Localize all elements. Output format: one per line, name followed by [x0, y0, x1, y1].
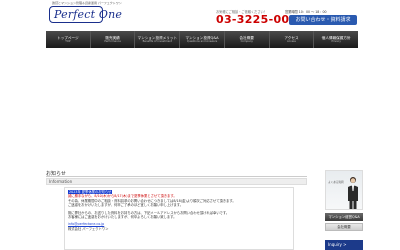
sidebar-faq-panel[interactable]: よくある質問: [325, 170, 363, 210]
notice-signature: 株式会社 パーフェクトワン: [68, 226, 109, 231]
nav-item-benefits[interactable]: マンション投資メリット Benefits of investment: [135, 31, 181, 48]
notice-box: 2023年 夏季休業のお知らせ 誠に勝手ながら、8/10(木)から8/17(木)…: [64, 187, 294, 250]
nav-item-performance[interactable]: 販売実績 Performance: [91, 31, 136, 48]
contact-button[interactable]: お問い合わせ・資料請求: [289, 15, 357, 25]
notice-dates: 誠に勝手ながら、8/10(木)から8/17(木)まで夏季休業とさせて頂きます。: [68, 194, 177, 199]
nav-label-en: Privacy: [331, 40, 341, 44]
main-nav: トップページ TOP 販売実績 Performance マンション投資メリット …: [46, 31, 358, 48]
person-illustration-icon: [348, 177, 358, 209]
nav-label-en: Company: [240, 40, 253, 44]
sidebar-panel-label: よくある質問: [328, 181, 344, 184]
sidebar-qa-button[interactable]: マンション経営Q&A: [325, 213, 363, 221]
site-logo[interactable]: Perfect One: [49, 6, 122, 23]
email-link[interactable]: info@perfectone.co.jp: [68, 222, 104, 226]
nav-item-access[interactable]: アクセス Access: [270, 31, 315, 48]
nav-label-en: Benefits of investment: [142, 40, 172, 44]
site-header: 賃貸とマンション管理＆資産運用 パーフェクトワン Perfect One お気軽…: [0, 0, 400, 32]
nav-label-en: TOP: [65, 40, 71, 44]
info-label: Information: [49, 179, 73, 184]
nav-item-qa[interactable]: マンション投資Q&A Questions and Answers: [180, 31, 225, 48]
nav-label-en: Questions and Answers: [186, 40, 218, 44]
sidebar-inquiry-button[interactable]: Inquiry >: [325, 240, 363, 250]
info-bar: Information: [46, 178, 307, 185]
nav-item-privacy[interactable]: 個人情報保護方針 Privacy: [314, 31, 358, 48]
sidebar-company-button[interactable]: 会社概要: [325, 223, 363, 231]
business-hours: 営業時間 10：00 ～ 18：00: [285, 10, 327, 14]
title-divider: [46, 176, 307, 177]
logo-text: Perfect One: [54, 8, 123, 21]
nav-item-company[interactable]: 会社概要 Company: [225, 31, 270, 48]
nav-label-en: Access: [287, 40, 296, 44]
nav-label-en: Performance: [104, 40, 121, 44]
site-tagline: 賃貸とマンション管理＆資産運用 パーフェクトワン: [52, 1, 122, 5]
nav-item-top[interactable]: トップページ TOP: [46, 31, 91, 48]
